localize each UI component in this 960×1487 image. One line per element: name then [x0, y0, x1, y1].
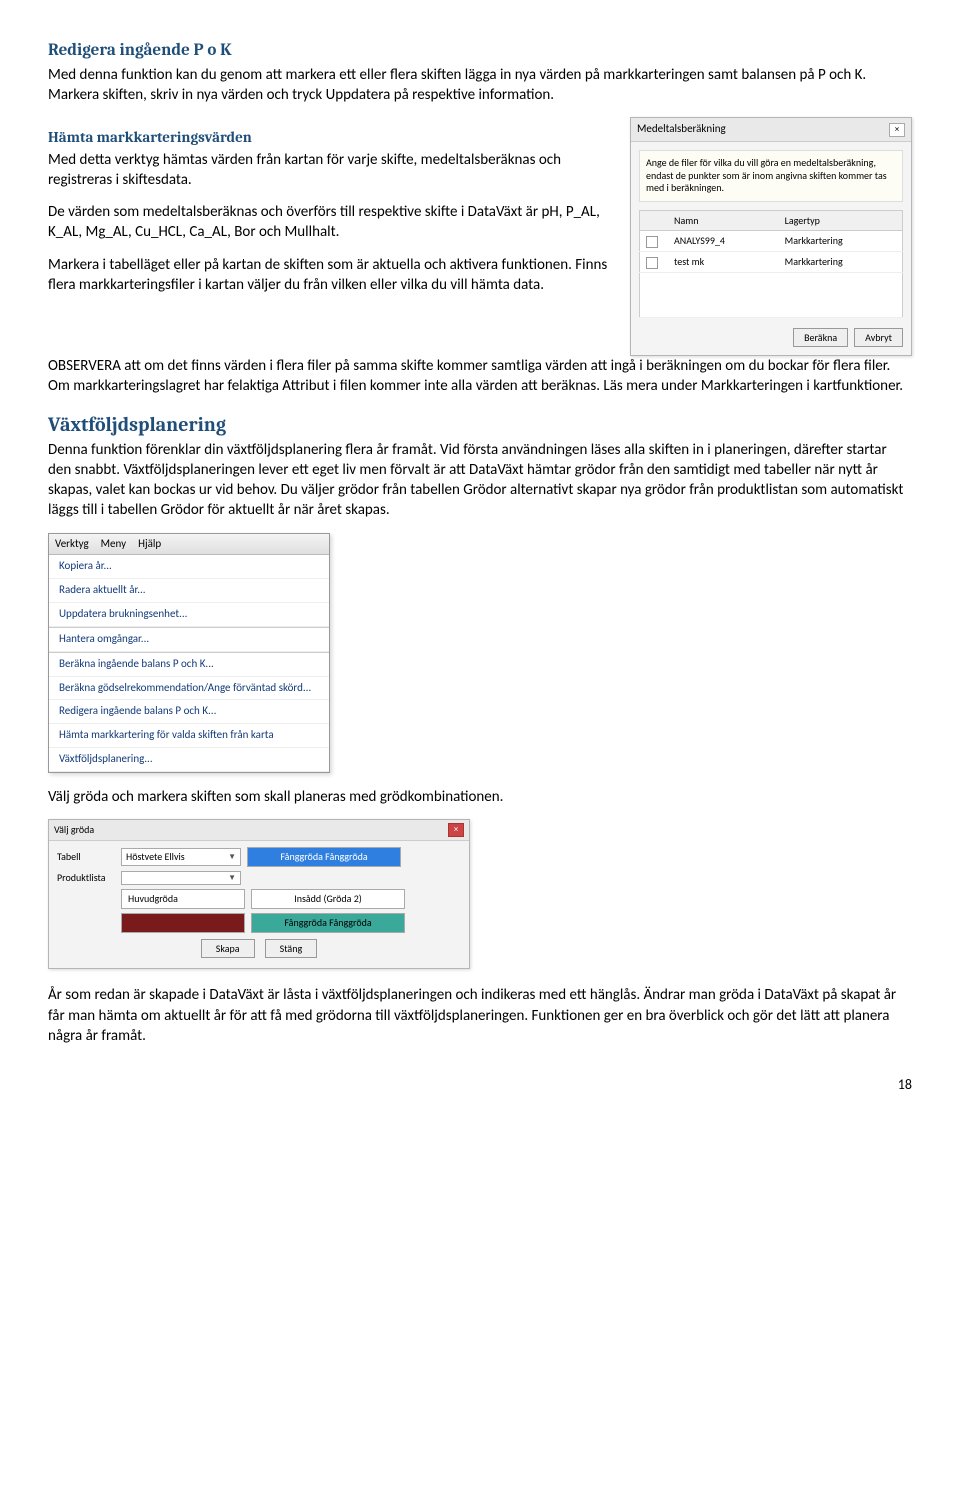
- col-type: Lagertyp: [779, 210, 903, 231]
- dropdown-produktlista[interactable]: ▼: [121, 871, 241, 886]
- label-tabell: Tabell: [57, 850, 115, 864]
- page-number: 18: [48, 1076, 912, 1095]
- label-insadd: Insådd (Gröda 2): [251, 889, 405, 909]
- dropdown-tabell[interactable]: Höstvete Ellvis ▼: [121, 848, 241, 866]
- para-vaxt-2: Välj gröda och markera skiften som skall…: [48, 787, 912, 807]
- menu-item[interactable]: Uppdatera brukningsenhet...: [49, 603, 329, 627]
- para-hamta-2: De värden som medeltalsberäknas och över…: [48, 202, 618, 243]
- para-hamta-1: Med detta verktyg hämtas värden från kar…: [48, 150, 618, 191]
- cell-fanggroda[interactable]: Fånggröda Fånggröda: [251, 913, 405, 933]
- dialog-info-text: Ange de filer för vilka du vill göra en …: [639, 150, 903, 202]
- checkbox-icon[interactable]: [646, 236, 658, 248]
- menubar-item[interactable]: Hjälp: [138, 537, 161, 552]
- chevron-down-icon: ▼: [228, 852, 236, 863]
- row-name: test mk: [668, 251, 779, 272]
- heading-hamta: Hämta markkarteringsvärden: [48, 127, 618, 147]
- menu-item[interactable]: Kopiera år...: [49, 555, 329, 579]
- label-produktlista: Produktlista: [57, 871, 115, 885]
- table-row[interactable]: test mk Markkartering: [640, 251, 903, 272]
- menubar-item[interactable]: Verktyg: [55, 537, 89, 552]
- row-type: Markkartering: [779, 231, 903, 252]
- para-redigera-1: Med denna funktion kan du genom att mark…: [48, 65, 912, 106]
- label-huvudgroda: Huvudgröda: [121, 889, 245, 909]
- heading-vaxtfoljd: Växtföljdsplanering: [48, 411, 912, 438]
- menu-item[interactable]: Hantera omgångar...: [49, 628, 329, 652]
- menu-item[interactable]: Växtföljdsplanering...: [49, 748, 329, 772]
- chevron-down-icon: ▼: [228, 873, 236, 884]
- menu-item[interactable]: Beräkna gödselrekommendation/Ange förvän…: [49, 677, 329, 701]
- heading-redigera: Redigera ingående P o K: [48, 40, 912, 63]
- cell-highlight[interactable]: Fånggröda Fånggröda: [247, 847, 401, 867]
- close-icon[interactable]: ×: [889, 123, 905, 137]
- calc-button[interactable]: Beräkna: [793, 328, 848, 348]
- para-hamta-4: OBSERVERA att om det finns värden i fler…: [48, 356, 912, 397]
- para-vaxt-1: Denna funktion förenklar din växtföljdsp…: [48, 440, 912, 521]
- menu-item[interactable]: Beräkna ingående balans P och K...: [49, 653, 329, 677]
- dialog-file-table: Namn Lagertyp ANALYS99_4 Markkartering t…: [639, 210, 903, 318]
- menubar-item[interactable]: Meny: [101, 537, 126, 552]
- checkbox-icon[interactable]: [646, 257, 658, 269]
- table-row[interactable]: ANALYS99_4 Markkartering: [640, 231, 903, 252]
- verktyg-menu: Verktyg Meny Hjälp Kopiera år...Radera a…: [48, 533, 330, 773]
- dialog-medeltals: Medeltalsberäkning × Ange de filer för v…: [630, 117, 912, 356]
- close-button[interactable]: Stäng: [265, 939, 318, 959]
- row-name: ANALYS99_4: [668, 231, 779, 252]
- para-vaxt-3: År som redan är skapade i DataVäxt är lå…: [48, 985, 912, 1046]
- para-hamta-3: Markera i tabelläget eller på kartan de …: [48, 255, 618, 296]
- col-name: Namn: [668, 210, 779, 231]
- menu-item[interactable]: Hämta markkartering för valda skiften fr…: [49, 724, 329, 748]
- menu-item[interactable]: Radera aktuellt år...: [49, 579, 329, 603]
- dialog-title: Medeltalsberäkning: [637, 122, 726, 137]
- groda-title: Välj gröda: [54, 823, 94, 837]
- cancel-button[interactable]: Avbryt: [854, 328, 903, 348]
- cell-huvudgroda-color[interactable]: [121, 913, 245, 933]
- dropdown-value: Höstvete Ellvis: [126, 850, 185, 864]
- create-button[interactable]: Skapa: [201, 939, 255, 959]
- close-icon[interactable]: ×: [448, 823, 464, 837]
- dialog-valj-groda: Välj gröda × Tabell Höstvete Ellvis ▼ Få…: [48, 819, 470, 969]
- menu-item[interactable]: Redigera ingående balans P och K...: [49, 700, 329, 724]
- row-type: Markkartering: [779, 251, 903, 272]
